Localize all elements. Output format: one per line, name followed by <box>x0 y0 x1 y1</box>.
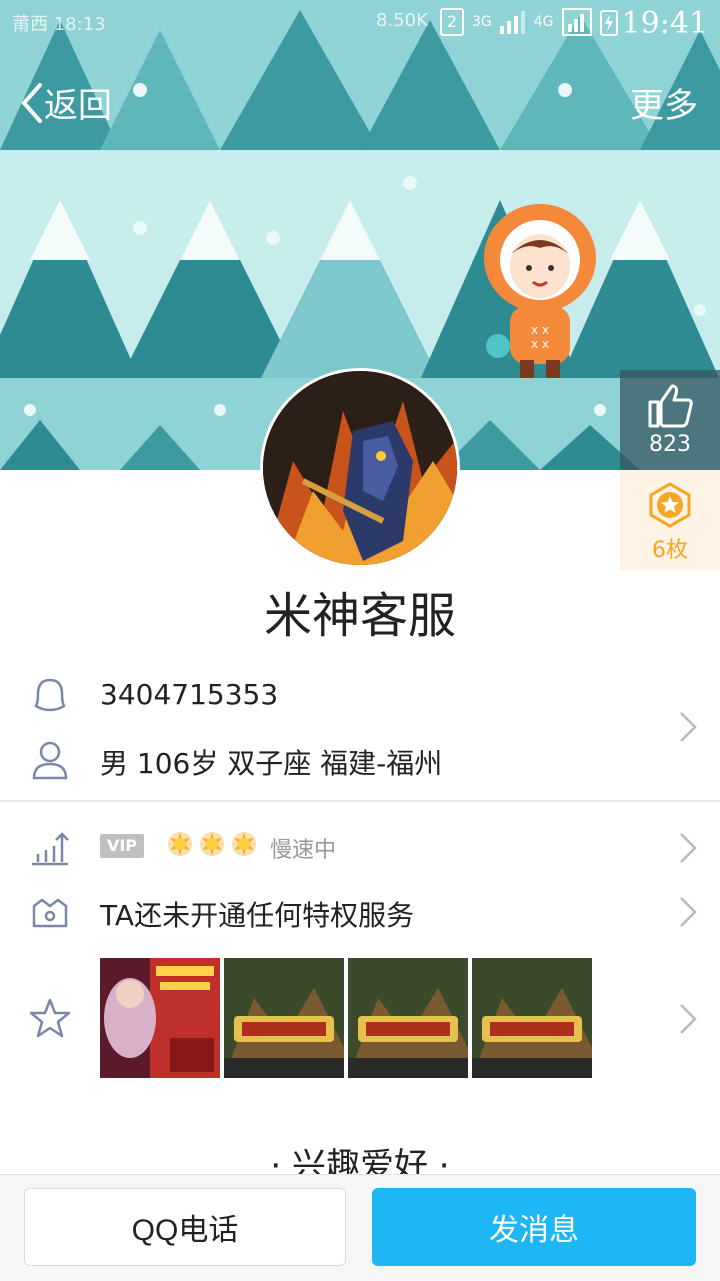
level-suns <box>166 830 258 858</box>
sun-level-icon <box>200 832 224 856</box>
3g-signal-icon: 3G <box>472 14 492 30</box>
chevron-right-icon <box>680 897 697 927</box>
photo-thumbnail[interactable] <box>224 958 344 1078</box>
signal-bars-icon <box>499 11 525 34</box>
chevron-right-icon <box>680 1004 697 1034</box>
photo-image <box>348 958 468 1078</box>
like-button[interactable]: 823 <box>620 370 720 470</box>
medal-wall-button[interactable]: 6枚 <box>620 470 720 570</box>
send-message-button[interactable]: 发消息 <box>372 1188 696 1266</box>
status-bar: 莆西 18:13 8.50K 2 3G 4G 19:41 <box>0 0 720 48</box>
photo-image <box>100 958 220 1078</box>
person-icon <box>32 741 68 780</box>
chevron-right-icon <box>680 712 697 742</box>
sun-level-icon <box>232 832 256 856</box>
crown-icon <box>32 898 68 928</box>
wifi-signal-box-icon <box>561 8 592 36</box>
qq-number: 3404715353 <box>100 678 279 711</box>
qq-penguin-icon <box>34 678 66 712</box>
qq-call-button[interactable]: QQ电话 <box>24 1188 346 1266</box>
medal-count: 6枚 <box>652 538 688 563</box>
back-button[interactable]: 返回 <box>18 78 112 127</box>
profile-name: 米神客服 <box>263 588 456 644</box>
avatar[interactable] <box>260 368 460 568</box>
4g-signal-icon: 4G <box>533 14 554 30</box>
like-count: 823 <box>649 432 691 457</box>
status-icons: 2 3G 4G <box>440 8 618 36</box>
chevron-left-icon <box>21 82 42 123</box>
thumbs-up-icon <box>648 384 693 428</box>
profile-details: 男 106岁 双子座 福建-福州 <box>100 747 443 780</box>
vip-speed-status: 慢速中 <box>270 838 337 863</box>
status-network-speed: 8.50K <box>376 10 428 31</box>
photo-image <box>472 958 592 1078</box>
profile-info-row[interactable]: 3404715353 男 106岁 双子座 福建-福州 <box>0 656 720 800</box>
privilege-row[interactable]: TA还未开通任何特权服务 <box>0 880 720 944</box>
privilege-text: TA还未开通任何特权服务 <box>100 899 415 932</box>
star-icon <box>29 998 71 1038</box>
sim-2-icon: 2 <box>440 8 464 36</box>
more-button[interactable]: 更多 <box>630 78 698 127</box>
photo-thumbnail[interactable] <box>348 958 468 1078</box>
status-time: 19:41 <box>621 6 708 41</box>
svg-text:x x: x x <box>531 337 549 351</box>
chevron-right-icon <box>680 833 697 863</box>
back-label: 返回 <box>44 86 112 126</box>
divider <box>0 800 720 802</box>
svg-text:x x: x x <box>531 323 549 337</box>
vip-badge: VIP <box>100 834 144 858</box>
photo-thumbnail[interactable] <box>472 958 592 1078</box>
photo-thumbnail[interactable] <box>100 958 220 1078</box>
avatar-image <box>263 371 457 565</box>
sun-level-icon <box>168 832 192 856</box>
battery-charging-icon <box>599 10 618 36</box>
photo-image <box>224 958 344 1078</box>
medal-star-icon <box>649 482 691 528</box>
status-notification-text: 莆西 18:13 <box>12 14 106 35</box>
level-chart-icon <box>32 832 69 866</box>
